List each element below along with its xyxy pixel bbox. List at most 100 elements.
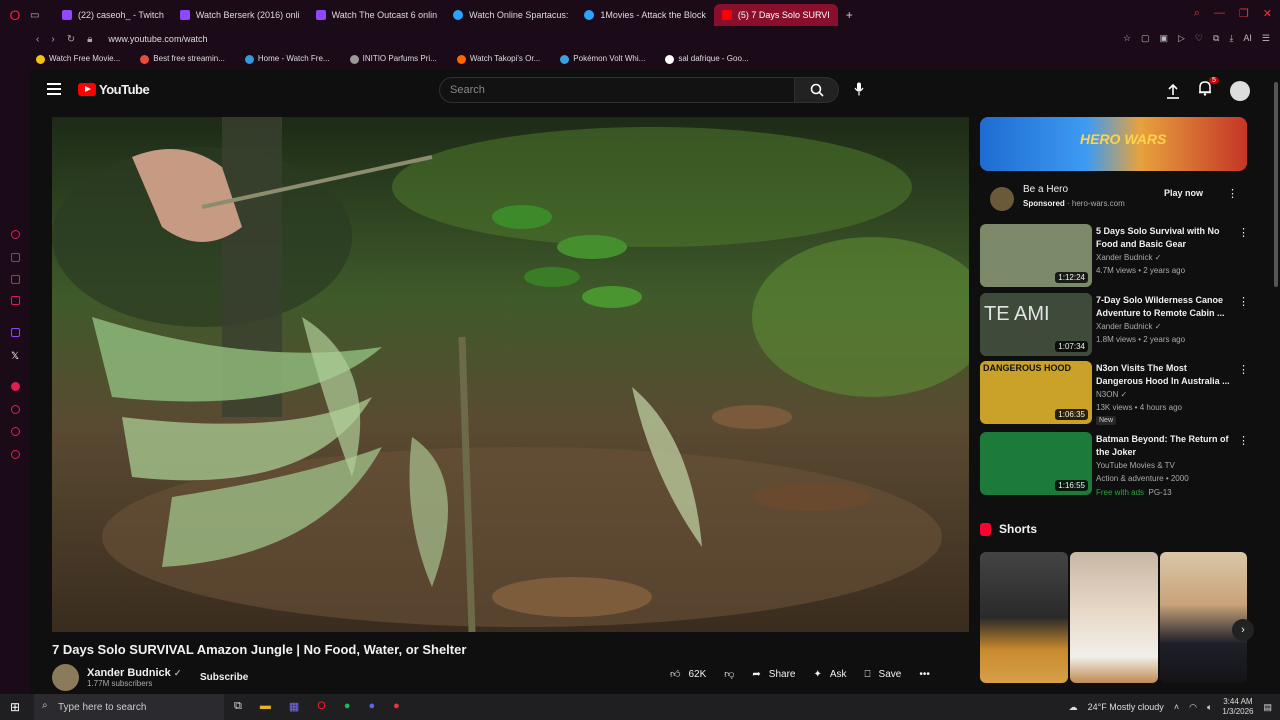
new-tab-button[interactable]: + (846, 8, 853, 22)
spotify-icon[interactable]: ● (344, 700, 351, 713)
video-menu-icon[interactable]: ⋮ (1238, 363, 1249, 376)
back-icon[interactable]: ‹ (36, 34, 39, 45)
notifications-button[interactable]: 5 (1198, 77, 1219, 101)
video-menu-icon[interactable]: ⋮ (1238, 226, 1249, 239)
reload-icon[interactable]: ↻ (67, 34, 75, 45)
shorts-next-button[interactable]: › (1232, 619, 1254, 641)
tab-1movies[interactable]: 1Movies - Attack the Block (576, 4, 714, 26)
weather-text[interactable]: 24°F Mostly cloudy (1088, 702, 1164, 712)
sidebar-pinboard-icon[interactable] (11, 253, 20, 262)
tab-menu-icon[interactable]: ▭ (30, 10, 46, 21)
bookmark-item[interactable]: Watch Free Movie... (36, 54, 120, 64)
player-icon[interactable]: ▷ (1178, 33, 1185, 44)
taskbar-clock[interactable]: 3:44 AM 1/3/2026 (1222, 697, 1253, 717)
bookmark-item[interactable]: Home - Watch Fre... (244, 54, 330, 64)
ad-banner[interactable]: HERO WARS (980, 117, 1247, 171)
save-button[interactable]: ⎕ Save (865, 669, 902, 680)
search-tabs-icon[interactable]: ⌕ (1194, 7, 1200, 20)
taskbar-search[interactable]: ⌕ Type here to search (34, 694, 224, 720)
weather-icon[interactable]: ☁ (1069, 702, 1078, 713)
sidebar-music-icon[interactable] (11, 382, 20, 391)
short-thumbnail[interactable] (1070, 552, 1158, 683)
bookmark-item[interactable]: Pokémon Volt Whi... (560, 54, 645, 64)
bookmark-item[interactable]: INITIO Parfums Pri... (349, 54, 437, 64)
microphone-icon[interactable] (854, 82, 864, 96)
sidebar-settings-icon[interactable] (11, 450, 20, 459)
sidebar-workspace-icon[interactable] (11, 275, 20, 284)
tab-youtube-active[interactable]: (5) 7 Days Solo SURVI (713, 4, 838, 26)
bookmark-item[interactable]: Watch Takopi's Or... (456, 54, 540, 64)
scrollbar-thumb[interactable] (1274, 82, 1278, 287)
opera-logo-icon[interactable]: O (0, 0, 30, 30)
short-thumbnail[interactable] (980, 552, 1068, 683)
video-menu-icon[interactable]: ⋮ (1238, 295, 1249, 308)
video-menu-icon[interactable]: ⋮ (1238, 434, 1249, 447)
bookmark-icon[interactable]: ☆ (1123, 33, 1131, 44)
wifi-icon[interactable]: ◠ (1189, 702, 1197, 713)
verified-icon: ✓ (173, 668, 182, 678)
recommended-channel: YouTube Movies & TV (1096, 461, 1175, 470)
video-player[interactable] (52, 117, 969, 632)
share-button[interactable]: ➦ Share (752, 669, 795, 680)
app-taskbar-icon[interactable]: ● (393, 700, 400, 713)
search-button[interactable] (795, 77, 839, 103)
search-input[interactable]: Search (439, 77, 795, 103)
channel-avatar[interactable] (52, 664, 79, 691)
wallet-icon[interactable]: ⧉ (1213, 33, 1219, 44)
bookmark-item[interactable]: sal dafrique - Goo... (665, 54, 749, 64)
more-actions-icon[interactable]: ••• (919, 669, 930, 680)
settings-menu-icon[interactable]: ☰ (1262, 33, 1270, 44)
store-icon[interactable]: ▦ (289, 700, 299, 713)
sidebar-extension-icon[interactable] (11, 427, 20, 436)
recommended-video[interactable]: 1:16:55 Batman Beyond: The Return of the… (980, 432, 1249, 497)
discord-icon[interactable]: ● (368, 700, 375, 713)
minimize-icon[interactable]: — (1214, 7, 1225, 20)
recommended-title: 7-Day Solo Wilderness Canoe Adventure to… (1096, 295, 1225, 318)
volume-icon[interactable]: 🔈︎ (1207, 702, 1212, 713)
sidebar-messenger-icon[interactable] (11, 296, 20, 305)
recommended-video[interactable]: TE AMI 1:07:34 7-Day Solo Wilderness Cano… (980, 293, 1249, 356)
ad-menu-icon[interactable]: ⋮ (1227, 187, 1238, 200)
channel-name[interactable]: Xander Budnick ✓ (87, 667, 181, 679)
ad-title[interactable]: Be a Hero (1023, 184, 1068, 195)
bookmark-item[interactable]: Best free streamin... (140, 54, 225, 64)
tab-spartacus[interactable]: Watch Online Spartacus: (445, 4, 576, 26)
notification-center-icon[interactable]: ▤ (1263, 702, 1272, 713)
tab-outcast[interactable]: Watch The Outcast 6 onlin (308, 4, 446, 26)
like-button[interactable]: 👍︎ 62K (670, 668, 706, 681)
sidebar-clock-icon[interactable] (11, 405, 20, 414)
sidebar-x-icon[interactable]: 𝕏 (11, 351, 20, 362)
maximize-icon[interactable]: ❐ (1239, 7, 1249, 20)
short-thumbnail[interactable] (1160, 552, 1247, 683)
close-icon[interactable]: ✕ (1263, 7, 1272, 20)
tab-twitch[interactable]: (22) caseoh_ - Twitch (54, 4, 172, 26)
youtube-logo[interactable]: YouTube (78, 82, 150, 97)
recommended-channel: Xander Budnick ✓ (1096, 253, 1162, 262)
upload-icon[interactable] (1166, 83, 1180, 99)
forward-icon[interactable]: › (51, 34, 54, 45)
hamburger-menu-icon[interactable] (47, 83, 61, 95)
download-icon[interactable]: ⤓ (1229, 33, 1233, 44)
task-view-icon[interactable]: ⧉ (234, 700, 242, 713)
tab-berserk[interactable]: Watch Berserk (2016) onli (172, 4, 308, 26)
extensions-icon[interactable]: ▣ (1159, 33, 1168, 44)
file-explorer-icon[interactable]: ▬ (260, 700, 271, 713)
account-avatar[interactable] (1230, 80, 1250, 101)
subscribe-button[interactable]: Subscribe (200, 672, 248, 683)
video-title: 7 Days Solo SURVIVAL Amazon Jungle | No … (52, 642, 467, 657)
dislike-button[interactable]: 👎︎ (724, 668, 734, 680)
windows-start-icon[interactable]: ⊞ (10, 700, 20, 714)
sidebar-twitch-icon[interactable] (11, 328, 20, 337)
ai-button[interactable]: AI (1243, 33, 1252, 44)
recommended-video[interactable]: 1:12:24 5 Days Solo Survival with No Foo… (980, 224, 1249, 287)
url-field[interactable]: www.youtube.com/watch (108, 34, 207, 44)
tray-chevron-icon[interactable]: ˄ (1174, 702, 1179, 712)
snapshot-icon[interactable]: ▢ (1141, 33, 1150, 44)
play-now-button[interactable]: Play now (1164, 188, 1203, 198)
page-scrollbar[interactable] (1272, 70, 1280, 694)
recommended-video[interactable]: DANGEROUS HOOD 1:06:35 N3on Visits The Mo… (980, 361, 1249, 425)
sidebar-history-icon[interactable] (11, 230, 20, 239)
ask-button[interactable]: ✦ Ask (813, 669, 846, 680)
opera-taskbar-icon[interactable]: O (317, 700, 326, 713)
heart-icon[interactable]: ♡ (1195, 33, 1203, 44)
